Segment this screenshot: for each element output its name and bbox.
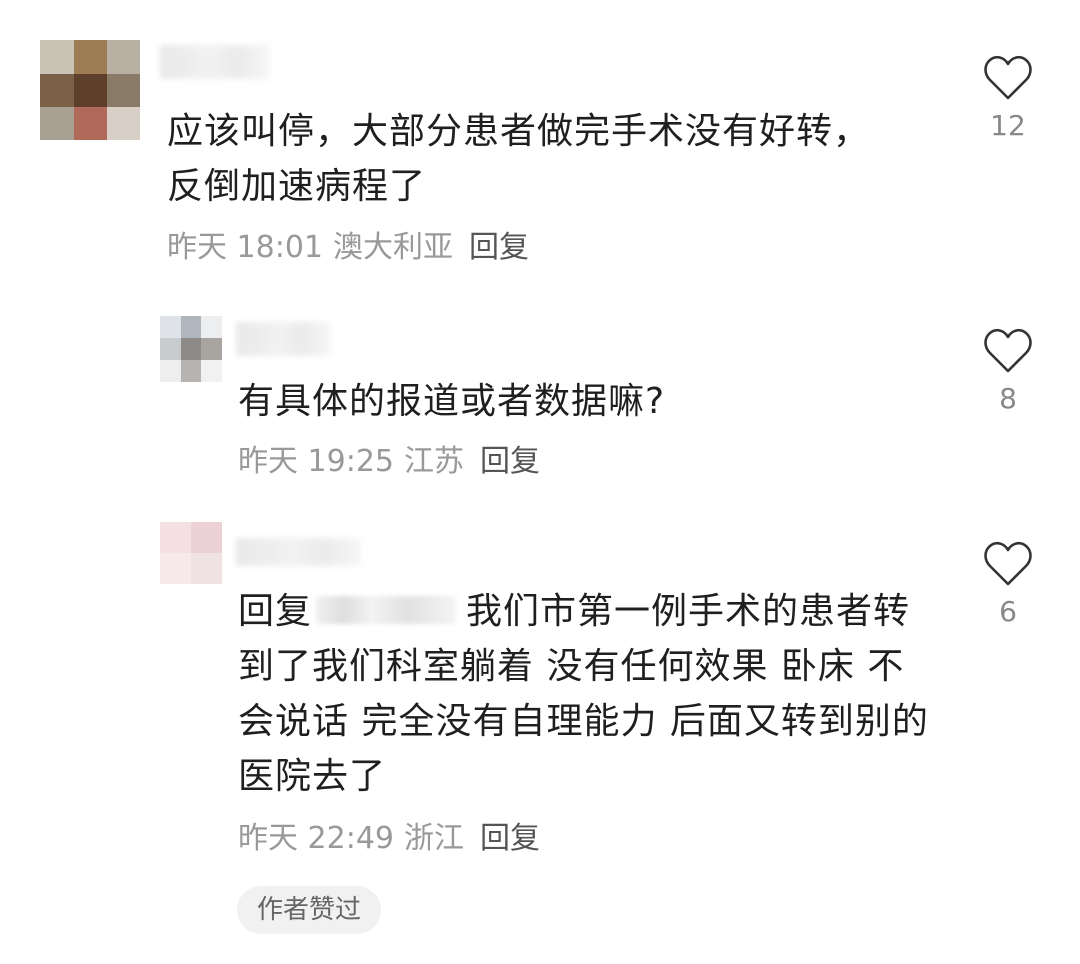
reply-button[interactable]: 回复 bbox=[469, 230, 529, 265]
username-blurred[interactable] bbox=[160, 45, 270, 79]
like-button[interactable]: 6 bbox=[978, 541, 1038, 627]
comment-location: 澳大利亚 bbox=[333, 230, 453, 265]
heart-outline-icon bbox=[984, 328, 1032, 373]
comment-time: 昨天 18:01 bbox=[167, 230, 323, 265]
like-button[interactable]: 8 bbox=[978, 328, 1038, 414]
reply-prefix: 回复 bbox=[238, 591, 313, 632]
author-liked-badge: 作者赞过 bbox=[237, 886, 382, 934]
like-count: 6 bbox=[999, 595, 1017, 628]
avatar[interactable] bbox=[160, 316, 222, 382]
like-button[interactable]: 12 bbox=[978, 55, 1038, 141]
comment-time: 昨天 19:25 bbox=[238, 444, 394, 479]
like-count: 8 bbox=[999, 382, 1017, 415]
heart-outline-icon bbox=[984, 541, 1032, 586]
comment-text: 应该叫停，大部分患者做完手术没有好转，反倒加速病程了 bbox=[167, 111, 871, 207]
username-blurred[interactable] bbox=[236, 538, 361, 566]
reply-button[interactable]: 回复 bbox=[480, 444, 540, 479]
comment-meta: 昨天 22:49 浙江 回复 bbox=[238, 819, 550, 859]
comment-location: 浙江 bbox=[404, 821, 464, 856]
comment-location: 江苏 bbox=[404, 444, 464, 479]
username-blurred[interactable] bbox=[236, 322, 331, 356]
comment-time: 昨天 22:49 bbox=[238, 821, 394, 856]
mention-username-blurred[interactable] bbox=[316, 596, 457, 624]
comment-meta: 昨天 19:25 江苏 回复 bbox=[238, 442, 550, 482]
like-count: 12 bbox=[990, 109, 1026, 142]
heart-outline-icon bbox=[984, 55, 1032, 100]
comment-text: 回复 我们市第一例手术的患者转到了我们科室躺着 没有任何效果 卧床 不会说话 完全… bbox=[238, 584, 938, 804]
comment-text: 有具体的报道或者数据嘛? bbox=[238, 381, 666, 422]
comment-meta: 昨天 18:01 澳大利亚 回复 bbox=[167, 228, 539, 268]
avatar[interactable] bbox=[40, 40, 140, 140]
reply-button[interactable]: 回复 bbox=[480, 821, 540, 856]
avatar[interactable] bbox=[160, 522, 222, 584]
